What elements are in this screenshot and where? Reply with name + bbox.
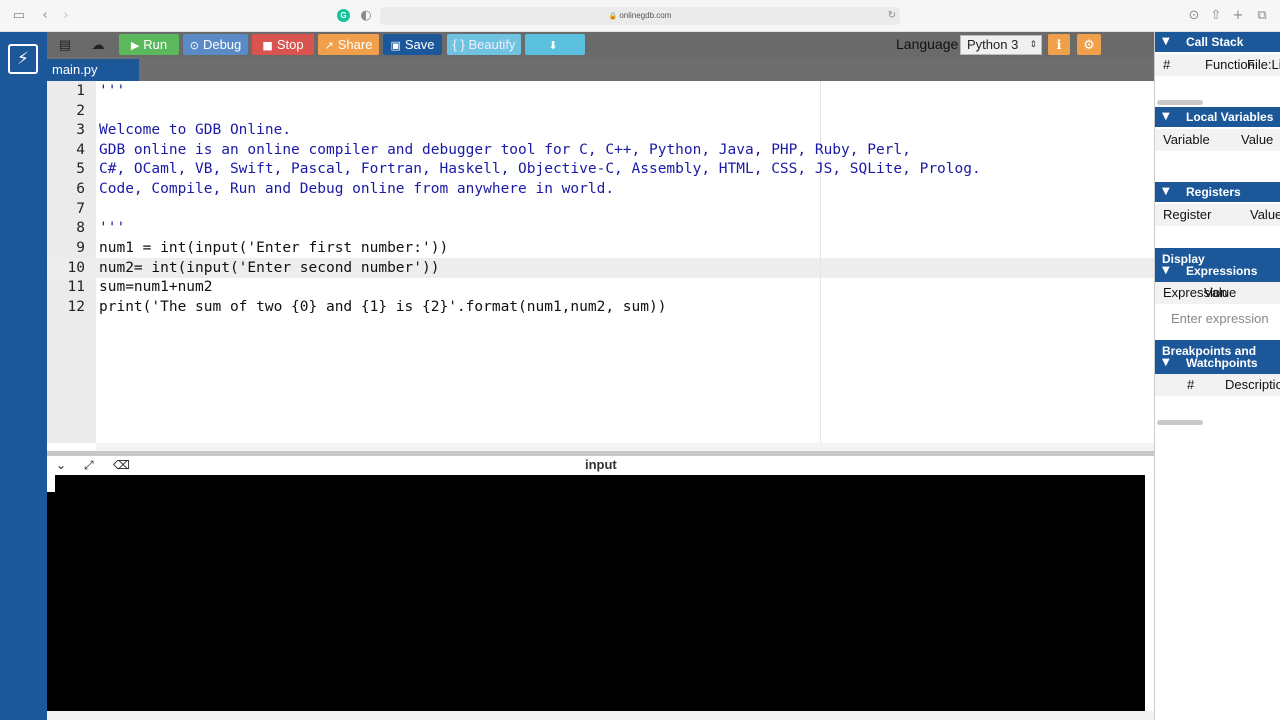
registers-header[interactable]: ▼ Registers: [1155, 182, 1280, 202]
breakpoints-header[interactable]: Breakpoints and ▼ Watchpoints: [1155, 340, 1280, 374]
code-line[interactable]: 3 Welcome to GDB Online.: [47, 120, 1154, 140]
editor-toolbar: ▤ ☁ ▶ Run ⊙ Debug ■ Stop ↗ Share ▣ Save { } B…: [47, 32, 1154, 57]
floppy-icon: ▣: [390, 39, 401, 52]
chevron-down-icon: ▼: [1162, 357, 1170, 368]
new-tab-icon[interactable]: +: [1230, 8, 1246, 24]
beautify-button[interactable]: { } Beautify: [447, 34, 521, 55]
language-select[interactable]: Python 3 ⇕: [960, 35, 1042, 55]
display-expressions-columns: Expression Value: [1155, 282, 1280, 304]
chevron-down-icon: ▼: [1162, 111, 1170, 122]
code-line[interactable]: 12 print('The sum of two {0} and {1} is {…: [47, 297, 1154, 317]
shield-icon[interactable]: ◐: [358, 8, 374, 24]
debug-icon: ⊙: [189, 39, 199, 52]
code-line[interactable]: 8 ''': [47, 218, 1154, 238]
call-stack-header[interactable]: ▼ Call Stack: [1155, 32, 1280, 52]
stop-button[interactable]: ■ Stop: [252, 34, 314, 55]
browser-toolbar: ▭ ‹ › G ◐ 🔒 onlinegdb.com ↻ ⊙ ⇧ + ⧉: [0, 0, 1280, 32]
tabs-icon[interactable]: ⧉: [1254, 8, 1270, 24]
code-line[interactable]: 6 Code, Compile, Run and Debug online fro…: [47, 179, 1154, 199]
code-line[interactable]: 2: [47, 101, 1154, 121]
file-tab-bar: main.py: [47, 57, 1154, 81]
grammarly-icon[interactable]: G: [337, 9, 350, 22]
call-stack-scrollbar[interactable]: [1157, 100, 1203, 105]
code-line[interactable]: 7: [47, 199, 1154, 219]
tab-main-py[interactable]: main.py: [47, 59, 139, 81]
download-icon: ⬇: [548, 39, 558, 52]
updown-icon: ⇕: [1029, 40, 1037, 50]
play-icon: ▶: [130, 39, 140, 52]
code-line-active[interactable]: 10 num2= int(input('Enter second number')…: [47, 258, 1154, 278]
chevron-down-icon[interactable]: ⌄: [56, 458, 66, 472]
download-button[interactable]: ⬇: [525, 34, 585, 55]
expression-input[interactable]: Enter expression: [1155, 308, 1280, 330]
breakpoints-scrollbar[interactable]: [1157, 420, 1203, 425]
expand-icon[interactable]: ⤢: [84, 458, 94, 473]
display-expressions-header[interactable]: Display ▼ Expressions: [1155, 248, 1280, 282]
code-line[interactable]: 11 sum=num1+num2: [47, 277, 1154, 297]
share-button[interactable]: ↗ Share: [318, 34, 379, 55]
chevron-down-icon: ▼: [1162, 265, 1170, 276]
editor-horizontal-scrollbar[interactable]: [96, 443, 1154, 451]
reload-icon[interactable]: ↻: [884, 8, 900, 24]
stop-icon: ■: [262, 39, 273, 52]
share-icon: ↗: [324, 39, 334, 52]
chevron-down-icon: ▼: [1162, 186, 1170, 197]
url-text: onlinegdb.com: [619, 11, 672, 20]
code-line[interactable]: 4 GDB online is an online compiler and de…: [47, 140, 1154, 160]
console-header: ⌄ ⤢ ⌫ input: [47, 456, 1154, 475]
address-bar[interactable]: 🔒 onlinegdb.com: [380, 7, 900, 25]
local-variables-columns: Variable Value: [1155, 129, 1280, 151]
save-button[interactable]: ▣ Save: [383, 34, 442, 55]
code-editor[interactable]: 1 ''' 2 3 Welcome to GDB Online. 4 GDB onli…: [47, 81, 1154, 451]
console-title: input: [585, 457, 617, 472]
sidebar-icon[interactable]: ▭: [11, 8, 27, 24]
new-file-icon[interactable]: ▤: [53, 34, 77, 55]
registers-columns: Register Value: [1155, 204, 1280, 226]
back-icon[interactable]: ‹: [37, 8, 53, 24]
language-label: Language: [896, 36, 959, 52]
clear-console-icon[interactable]: ⌫: [113, 458, 130, 472]
console-scrollbar[interactable]: [47, 711, 1154, 720]
info-icon[interactable]: ℹ: [1048, 34, 1070, 55]
code-line[interactable]: 5 C#, OCaml, VB, Swift, Pascal, Fortran, …: [47, 159, 1154, 179]
run-button[interactable]: ▶ Run: [119, 34, 179, 55]
lock-icon: 🔒: [608, 13, 618, 20]
console-output[interactable]: [47, 475, 1145, 711]
left-rail: ⚡: [0, 32, 47, 720]
breakpoints-columns: # Description: [1155, 374, 1280, 396]
upload-icon[interactable]: ☁: [85, 34, 111, 55]
code-line[interactable]: 9 num1 = int(input('Enter first number:')…: [47, 238, 1154, 258]
bolt-icon[interactable]: ⚡: [8, 44, 38, 74]
debugger-panel: ▼ Call Stack # Function File:Li ▼ Local …: [1154, 32, 1280, 720]
gear-icon[interactable]: ⚙: [1077, 34, 1101, 55]
chevron-down-icon: ▼: [1162, 36, 1170, 47]
call-stack-columns: # Function File:Li: [1155, 54, 1280, 76]
share-icon[interactable]: ⇧: [1208, 8, 1224, 24]
console-cursor: [47, 475, 55, 492]
code-line[interactable]: 1 ''': [47, 81, 1154, 101]
forward-icon[interactable]: ›: [58, 8, 74, 24]
download-icon[interactable]: ⊙: [1186, 8, 1202, 24]
debug-button[interactable]: ⊙ Debug: [183, 34, 248, 55]
local-variables-header[interactable]: ▼ Local Variables: [1155, 107, 1280, 127]
